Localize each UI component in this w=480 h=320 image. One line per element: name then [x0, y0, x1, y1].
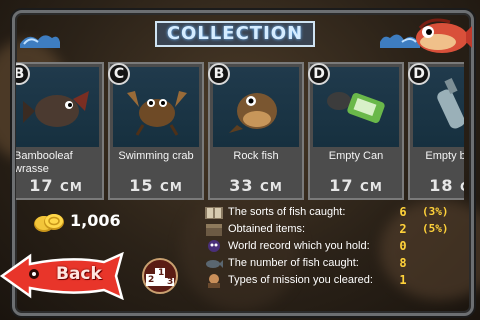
page-title: COLLECTION [155, 21, 315, 47]
coins-icon [34, 214, 64, 232]
stat-value: 0 [399, 239, 407, 253]
stat-row: World record which you hold: 0 [204, 239, 466, 255]
item-name: Rock fish [233, 150, 279, 162]
podium-icon[interactable] [142, 256, 178, 296]
stat-row: Obtained items: 2 (5%) [204, 222, 466, 238]
stat-value: 1 [399, 273, 407, 287]
rank-badge: C [108, 63, 130, 85]
collection-screen: COLLECTION B Bambooleaf wrasse 17 CM C S… [0, 0, 480, 320]
fish-count-icon [206, 260, 223, 268]
stat-value: 2 [399, 222, 407, 236]
item-name: Empty bottle [425, 150, 464, 162]
stat-label: World record which you hold: [228, 240, 370, 252]
stat-label: Types of mission you cleared: [228, 274, 373, 286]
item-size: 17 CM [329, 176, 383, 195]
stat-value: 8 [399, 256, 407, 270]
mission-icon [208, 274, 220, 288]
stat-value: 6 [399, 205, 407, 219]
collection-card[interactable]: C Swimming crab 15 CM [108, 62, 204, 200]
collection-strip[interactable]: B Bambooleaf wrasse 17 CM C Swimming cra… [16, 62, 464, 206]
item-name: Empty Can [328, 150, 384, 162]
stat-label: The sorts of fish caught: [228, 206, 346, 218]
collection-card[interactable]: D Empty Can 17 CM [308, 62, 404, 200]
item-name: Bambooleaf wrasse [16, 150, 73, 175]
book-icon [205, 207, 223, 219]
stat-percent: (3%) [422, 205, 449, 218]
item-size: 33 CM [229, 176, 283, 195]
collection-card[interactable]: D Empty bottle 18 CM [408, 62, 464, 200]
rank-badge: D [308, 63, 330, 85]
item-size: 17 CM [29, 176, 83, 195]
rank-badge: D [408, 63, 430, 85]
stat-row: Types of mission you cleared: 1 [204, 273, 466, 289]
stat-label: Obtained items: [228, 223, 306, 235]
collection-card[interactable]: B Bambooleaf wrasse 17 CM [16, 62, 104, 200]
stat-percent: (5%) [422, 222, 449, 235]
collection-card[interactable]: B Rock fish 33 CM [208, 62, 304, 200]
trophy-icon [208, 240, 220, 252]
wave-decoration-icon [20, 35, 60, 48]
stat-label: The number of fish caught: [228, 257, 359, 269]
coin-count: 1,006 [70, 211, 121, 230]
item-size: 15 CM [129, 176, 183, 195]
item-size: 18 CM [429, 176, 464, 195]
stat-row: The number of fish caught: 8 [204, 256, 466, 272]
back-button-label[interactable]: Back [56, 264, 102, 284]
rank-badge: B [208, 63, 230, 85]
stat-row: The sorts of fish caught: 6 (3%) [204, 205, 466, 221]
box-icon [206, 224, 222, 236]
fish-mascot-icon [416, 18, 472, 53]
item-name: Swimming crab [118, 150, 194, 162]
